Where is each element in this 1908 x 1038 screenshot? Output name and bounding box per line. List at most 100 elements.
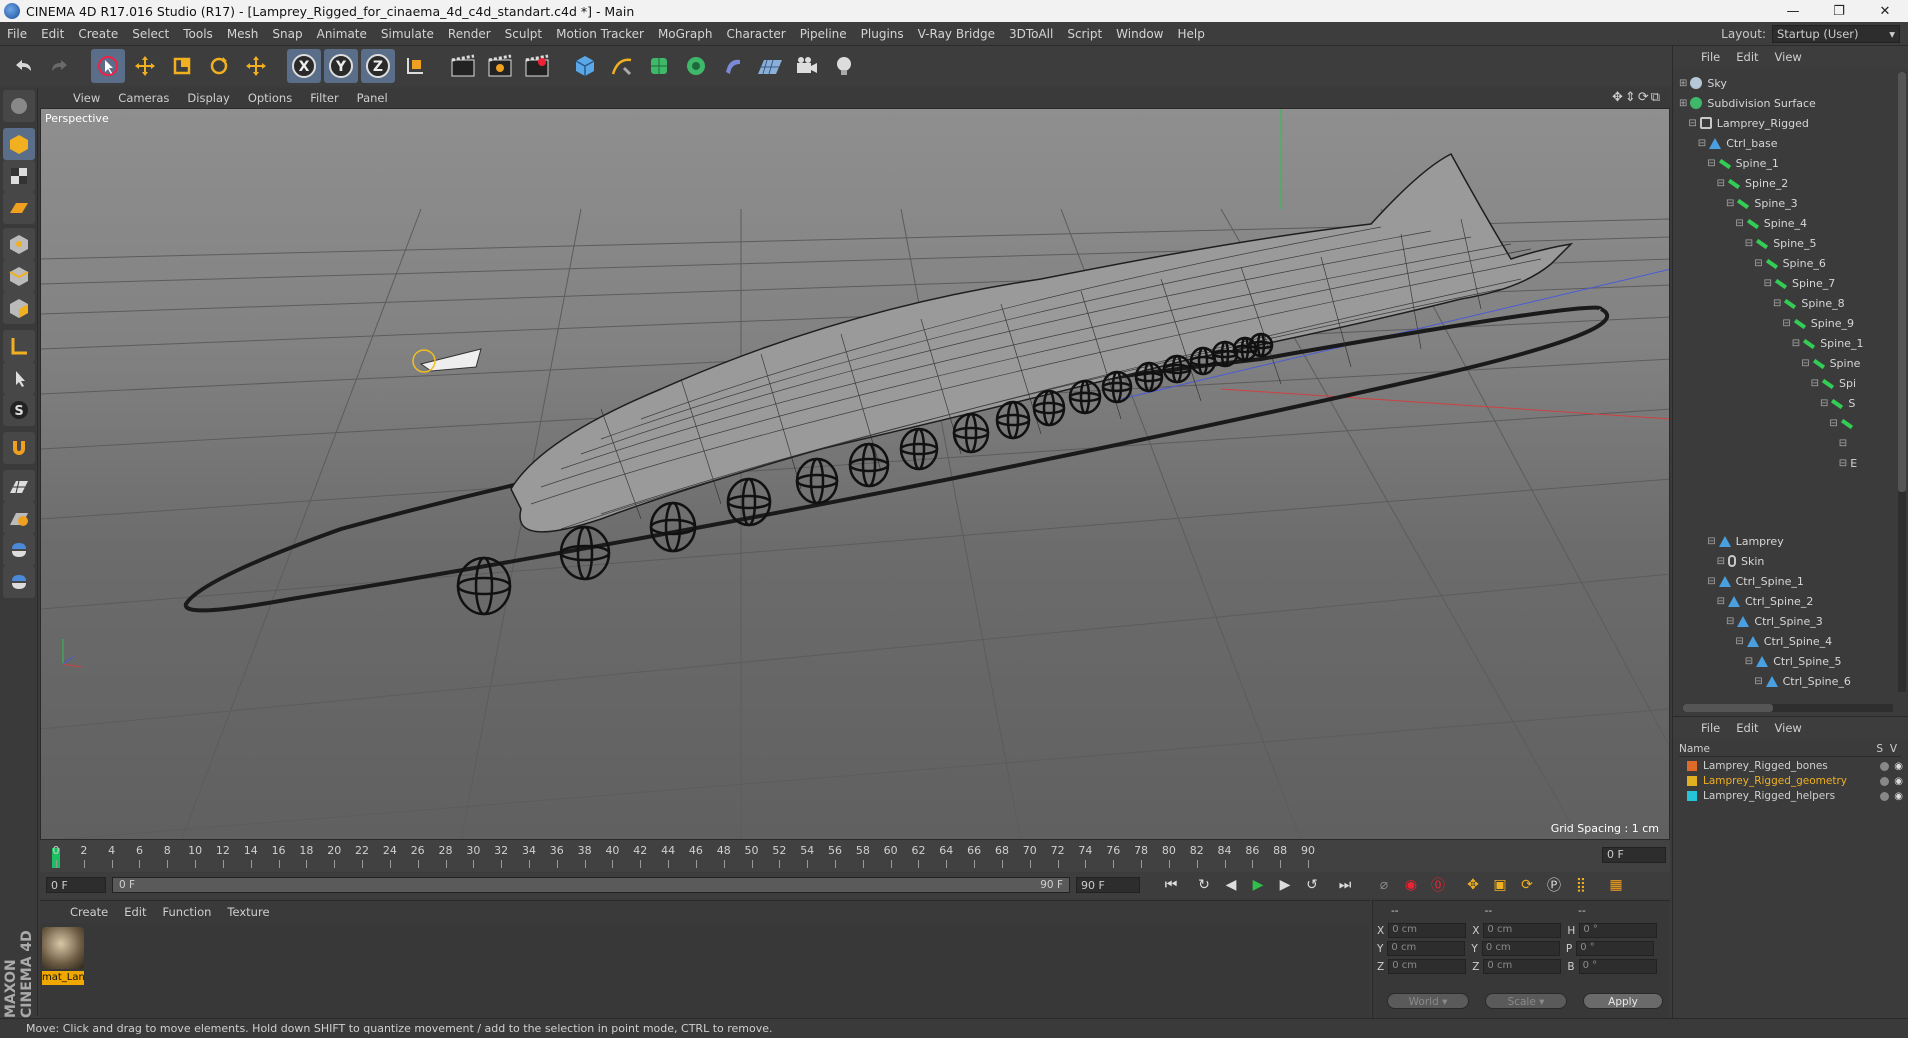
object-tree-vertical-scrollbar[interactable] bbox=[1898, 72, 1906, 692]
rot-b-field[interactable]: 0 ° bbox=[1578, 959, 1657, 974]
object-menu-edit[interactable]: Edit bbox=[1728, 50, 1766, 64]
expand-toggle-icon[interactable]: ⊟ bbox=[1707, 576, 1715, 587]
deformer-icon[interactable] bbox=[716, 49, 750, 83]
size-z-field[interactable]: 0 cm bbox=[1483, 959, 1562, 974]
layout-dropdown[interactable]: Startup (User) ▾ bbox=[1772, 25, 1900, 43]
spline-pen-icon[interactable] bbox=[605, 49, 639, 83]
axis-mode-icon[interactable] bbox=[3, 330, 35, 362]
coord-y-field[interactable]: 0 cm bbox=[1387, 941, 1466, 956]
timeline-ruler[interactable]: 0 2 4 6 8 10 12 14 16 18 20 22 24 26 28 30 32 34 36 38 40 42 4… bbox=[40, 840, 1670, 872]
material-thumbnail[interactable] bbox=[42, 927, 84, 969]
selection-tool-button[interactable] bbox=[91, 49, 125, 83]
layer-color-swatch[interactable] bbox=[1687, 761, 1697, 771]
cloner-icon[interactable] bbox=[679, 49, 713, 83]
close-button[interactable]: ✕ bbox=[1862, 0, 1908, 22]
object-tree-item[interactable]: ⊟ Spine bbox=[1801, 354, 1860, 372]
object-tree-item[interactable]: ⊟ bbox=[1839, 434, 1850, 452]
layer-solo-toggle[interactable] bbox=[1880, 761, 1889, 771]
autokey-icon[interactable]: ⓪ bbox=[1426, 873, 1450, 897]
expand-toggle-icon[interactable]: ⊟ bbox=[1688, 118, 1696, 129]
coordinate-system-button[interactable] bbox=[398, 49, 432, 83]
object-tree-item[interactable]: ⊟ S bbox=[1820, 394, 1855, 412]
polygons-mode-icon[interactable] bbox=[3, 292, 35, 324]
expand-toggle-icon[interactable]: ⊟ bbox=[1801, 358, 1809, 369]
expand-toggle-icon[interactable]: ⊟ bbox=[1782, 318, 1790, 329]
object-tree-item[interactable]: ⊟ Spi bbox=[1811, 374, 1856, 392]
object-tree-item[interactable]: ⊟ Skin bbox=[1717, 552, 1765, 570]
frame-range-slider[interactable]: 0 F 90 F bbox=[112, 877, 1070, 893]
expand-toggle-icon[interactable]: ⊟ bbox=[1735, 636, 1743, 647]
scale-mode-dropdown[interactable]: Scale ▾ bbox=[1485, 993, 1567, 1009]
material-menu-function[interactable]: Function bbox=[155, 905, 220, 919]
move-tool-button[interactable] bbox=[128, 49, 162, 83]
expand-toggle-icon[interactable]: ⊟ bbox=[1717, 556, 1725, 567]
object-tree-item[interactable]: ⊞ Subdivision Surface bbox=[1679, 94, 1816, 112]
menu-simulate[interactable]: Simulate bbox=[374, 27, 441, 41]
object-menu-view[interactable]: View bbox=[1767, 50, 1810, 64]
layer-row[interactable]: Lamprey_Rigged_bones ◉ bbox=[1687, 759, 1903, 773]
viewport-navigation-icons[interactable]: ✥⇕⟳⧉ bbox=[1612, 90, 1662, 105]
expand-toggle-icon[interactable]: ⊟ bbox=[1829, 418, 1837, 429]
edges-mode-icon[interactable] bbox=[3, 260, 35, 292]
layer-menu-file[interactable]: File bbox=[1693, 721, 1728, 735]
menu-mograph[interactable]: MoGraph bbox=[651, 27, 720, 41]
perspective-viewport[interactable]: Perspective Grid Spacing : 1 cm bbox=[40, 108, 1670, 840]
python-script-icon[interactable] bbox=[3, 534, 35, 566]
menu-create[interactable]: Create bbox=[71, 27, 125, 41]
scroll-thumb[interactable] bbox=[1898, 72, 1906, 492]
layer-row[interactable]: Lamprey_Rigged_helpers ◉ bbox=[1687, 789, 1903, 803]
coord-x-field[interactable]: 0 cm bbox=[1388, 923, 1467, 938]
expand-toggle-icon[interactable]: ⊟ bbox=[1754, 676, 1762, 687]
scale-tool-button[interactable] bbox=[165, 49, 199, 83]
menu-mesh[interactable]: Mesh bbox=[220, 27, 266, 41]
eye-icon[interactable]: ◉ bbox=[1894, 776, 1903, 787]
rot-h-field[interactable]: 0 ° bbox=[1579, 923, 1658, 938]
object-tree-item[interactable]: ⊟ Spine_5 bbox=[1745, 234, 1817, 252]
subdivision-surface-icon[interactable] bbox=[642, 49, 676, 83]
go-to-end-icon[interactable]: ⏭ bbox=[1333, 873, 1357, 897]
menu-motion-tracker[interactable]: Motion Tracker bbox=[549, 27, 651, 41]
object-tree-item[interactable]: ⊟ Spine_8 bbox=[1773, 294, 1845, 312]
go-to-start-icon[interactable]: ⏮ bbox=[1159, 873, 1183, 897]
previous-frame-icon[interactable]: ◀ bbox=[1219, 873, 1243, 897]
expand-toggle-icon[interactable]: ⊟ bbox=[1839, 438, 1847, 449]
object-tree-item[interactable]: ⊟ Ctrl_Spine_5 bbox=[1745, 652, 1842, 670]
object-tree-item[interactable]: ⊟ Ctrl_Spine_1 bbox=[1707, 572, 1804, 590]
z-axis-button[interactable]: Z bbox=[361, 49, 395, 83]
light-icon[interactable] bbox=[827, 49, 861, 83]
object-tree-item[interactable]: ⊟ Lamprey bbox=[1707, 532, 1784, 550]
object-tree-item[interactable]: ⊞ Sky bbox=[1679, 74, 1727, 92]
object-tree-item[interactable]: ⊟ Spine_6 bbox=[1754, 254, 1826, 272]
object-tree-item[interactable]: ⊟ Spine_3 bbox=[1726, 194, 1798, 212]
menu-script[interactable]: Script bbox=[1060, 27, 1109, 41]
layer-menu-edit[interactable]: Edit bbox=[1728, 721, 1766, 735]
viewport-menu-filter[interactable]: Filter bbox=[301, 91, 347, 105]
expand-toggle-icon[interactable]: ⊟ bbox=[1717, 178, 1725, 189]
redo-button[interactable] bbox=[43, 49, 77, 83]
material-menu-texture[interactable]: Texture bbox=[219, 905, 277, 919]
menu-help[interactable]: Help bbox=[1170, 27, 1211, 41]
object-tree-item[interactable]: ⊟ Spine_7 bbox=[1764, 274, 1836, 292]
viewport-menu-panel[interactable]: Panel bbox=[348, 91, 397, 105]
expand-toggle-icon[interactable]: ⊟ bbox=[1707, 536, 1715, 547]
expand-toggle-icon[interactable]: ⊟ bbox=[1726, 198, 1734, 209]
coordinate-mode-dropdown[interactable]: World ▾ bbox=[1387, 993, 1469, 1009]
expand-toggle-icon[interactable]: ⊟ bbox=[1698, 138, 1706, 149]
minimize-button[interactable]: — bbox=[1770, 0, 1816, 22]
menu-animate[interactable]: Animate bbox=[310, 27, 374, 41]
eye-icon[interactable]: ◉ bbox=[1894, 761, 1903, 772]
material-name[interactable]: mat_Lan bbox=[42, 971, 85, 985]
end-frame-field[interactable]: 90 F bbox=[1076, 877, 1140, 893]
size-y-field[interactable]: 0 cm bbox=[1481, 941, 1560, 956]
y-axis-button[interactable]: Y bbox=[324, 49, 358, 83]
snap-magnet-icon[interactable] bbox=[3, 432, 35, 464]
menu-3dtoall[interactable]: 3DToAll bbox=[1002, 27, 1060, 41]
model-mode-icon[interactable] bbox=[3, 128, 35, 160]
key-scale-icon[interactable]: ▣ bbox=[1488, 873, 1512, 897]
menu-select[interactable]: Select bbox=[125, 27, 176, 41]
record-icon[interactable]: ◉ bbox=[1399, 873, 1423, 897]
locked-workplane-icon[interactable] bbox=[3, 502, 35, 534]
workplane-mode-icon[interactable] bbox=[3, 192, 35, 224]
expand-toggle-icon[interactable]: ⊟ bbox=[1764, 278, 1772, 289]
object-tree-item[interactable]: ⊟ Lamprey_Rigged bbox=[1688, 114, 1808, 132]
